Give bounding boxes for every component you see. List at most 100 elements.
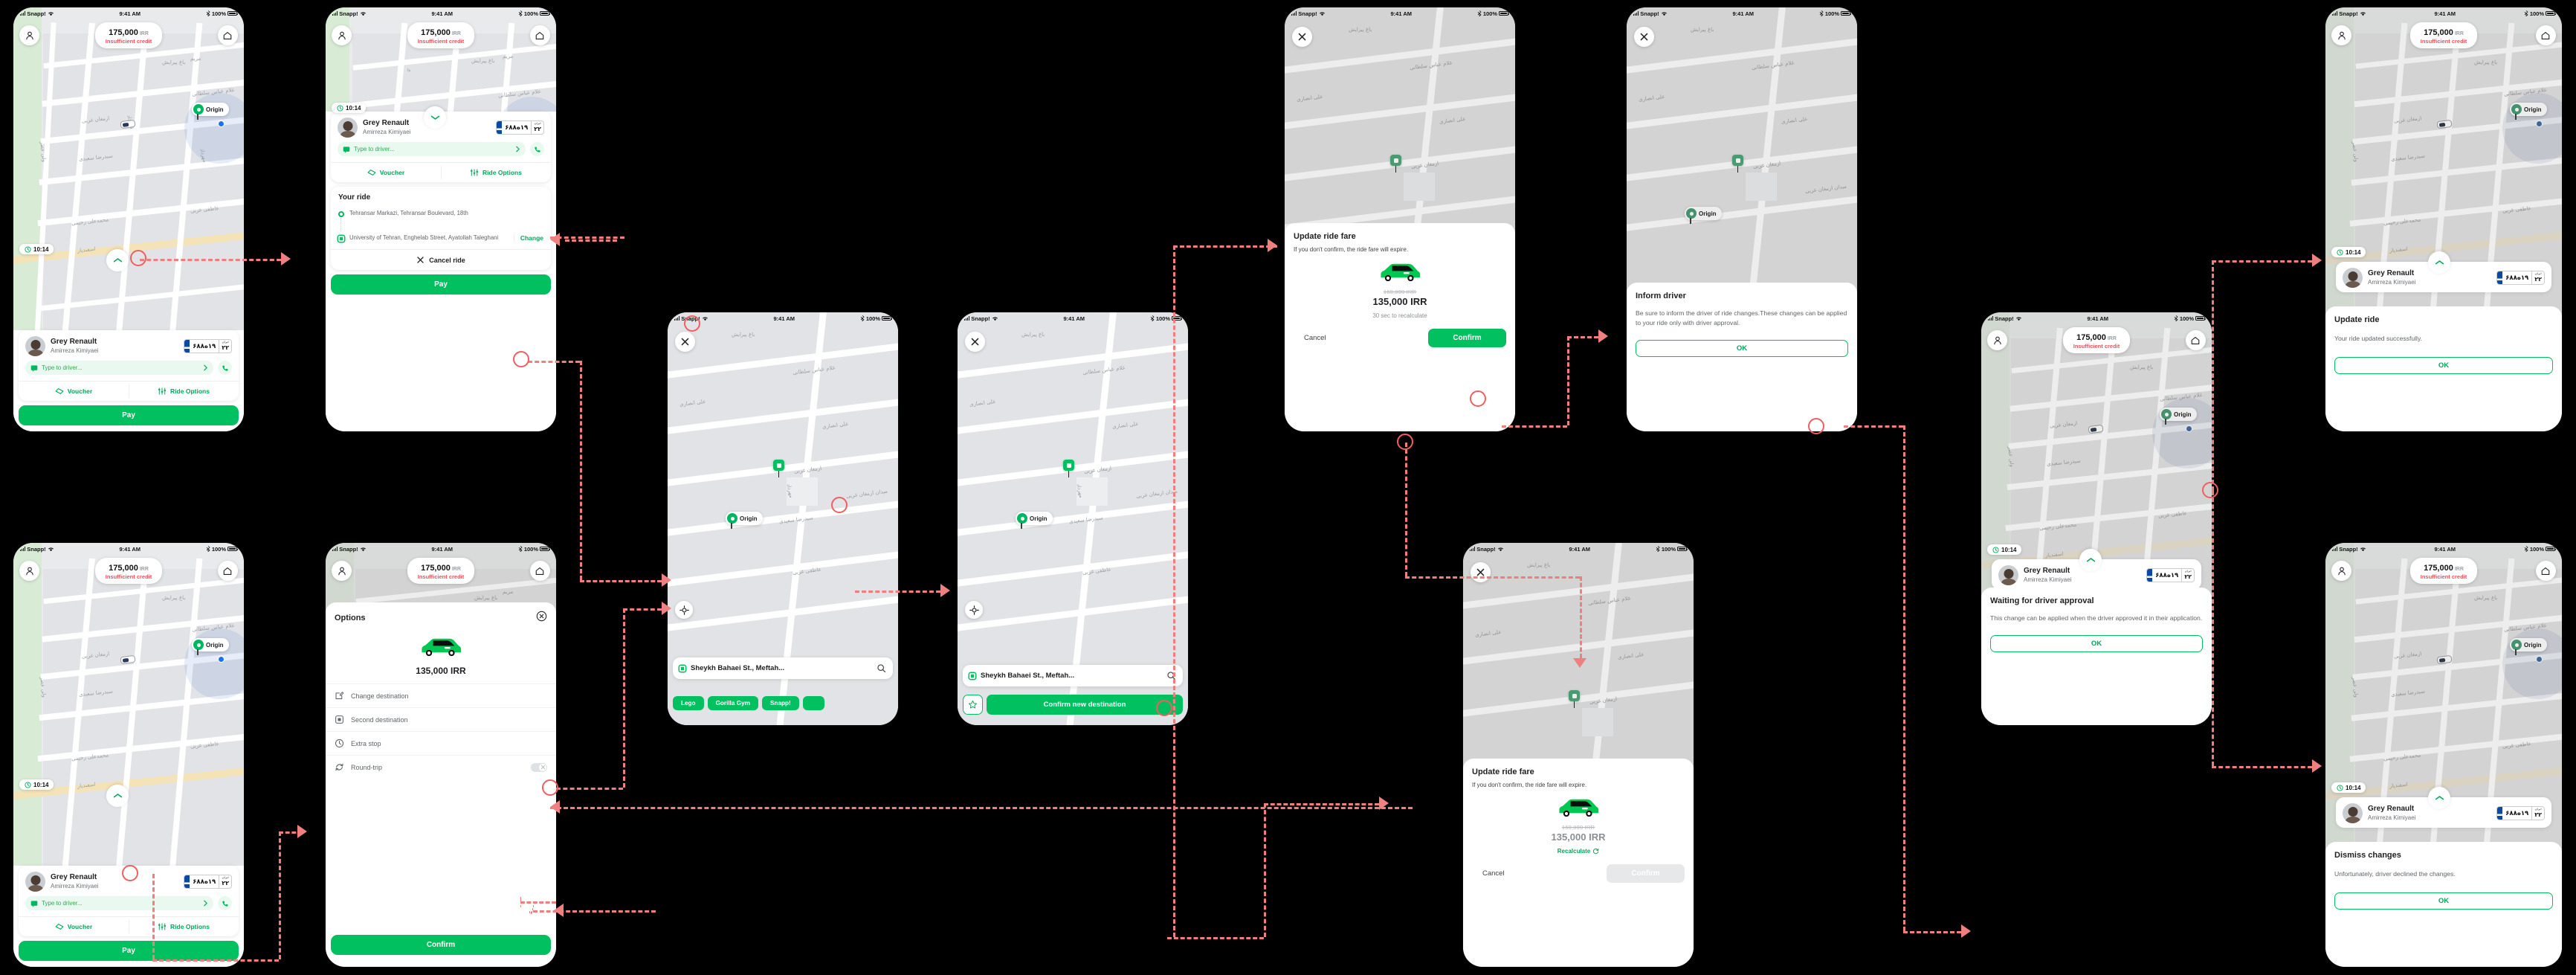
panel-confirm-destination[interactable]: باغ پیرایش غلام عباس سلطانی علی انصاری ع… bbox=[958, 312, 1188, 725]
credit-chip[interactable]: 175,000 IRR Insufficient credit bbox=[407, 558, 475, 585]
close-button[interactable] bbox=[675, 332, 695, 352]
panel-your-ride[interactable]: باغ پیرایش غلام عباس سلطانی مریم ی Snapp… bbox=[326, 7, 556, 431]
destination-search-input[interactable]: Sheykh Bahaei St., Meftah... bbox=[963, 665, 1183, 686]
hotspot-cancel-p5[interactable] bbox=[1397, 434, 1413, 450]
home-button[interactable] bbox=[529, 561, 550, 581]
home-button[interactable] bbox=[529, 25, 550, 45]
hotspot-confirm-p5[interactable] bbox=[1470, 390, 1486, 407]
cancel-button[interactable]: Cancel bbox=[1294, 334, 1337, 342]
sheet-handle[interactable] bbox=[106, 249, 129, 271]
favorite-button[interactable] bbox=[963, 695, 983, 715]
credit-chip[interactable]: 175,000 IRR Insufficient credit bbox=[2062, 327, 2131, 354]
my-location-button[interactable] bbox=[965, 601, 983, 619]
voucher-button[interactable]: Voucher bbox=[19, 382, 129, 401]
credit-chip[interactable]: 175,000 IRR Insufficient credit bbox=[2409, 22, 2478, 49]
connector-p10-change-h bbox=[556, 788, 623, 790]
panel-pick-destination[interactable]: باغ پیرایش غلام عباس سلطانی علی انصاری ع… bbox=[668, 312, 898, 725]
profile-button[interactable] bbox=[2331, 25, 2351, 45]
confirm-new-destination-button[interactable]: Confirm new destination bbox=[987, 695, 1183, 715]
voucher-button[interactable]: Voucher bbox=[331, 163, 441, 182]
chip-lego[interactable]: Lego bbox=[673, 696, 704, 710]
profile-button[interactable] bbox=[2331, 561, 2351, 581]
hotspot-change-destination[interactable] bbox=[513, 351, 529, 367]
map-canvas[interactable]: باغ پیرایش غلام عباس سلطانی علی انصاری ع… bbox=[958, 312, 1188, 725]
destination-marker[interactable] bbox=[773, 460, 784, 477]
home-button[interactable] bbox=[2535, 561, 2556, 581]
ok-button[interactable]: OK bbox=[1990, 634, 2203, 652]
sheet-handle[interactable] bbox=[106, 785, 129, 807]
ok-button[interactable]: OK bbox=[1636, 339, 1848, 357]
pay-button[interactable]: Pay bbox=[19, 941, 239, 961]
ok-button[interactable]: OK bbox=[2334, 892, 2553, 910]
ride-options-button[interactable]: Ride Options bbox=[129, 382, 239, 401]
home-button[interactable] bbox=[2535, 25, 2556, 45]
option-extra-stop[interactable]: Extra stop bbox=[326, 731, 556, 755]
close-button[interactable] bbox=[1634, 27, 1654, 47]
round-trip-toggle[interactable] bbox=[531, 762, 547, 772]
hotspot-change-destination-option[interactable] bbox=[542, 779, 558, 796]
hotspot-close-p3[interactable] bbox=[684, 315, 700, 332]
credit-chip[interactable]: 175,000 IRR Insufficient credit bbox=[94, 558, 163, 585]
ok-button[interactable]: OK bbox=[2334, 356, 2553, 374]
home-button[interactable] bbox=[217, 561, 238, 581]
hotspot-ok-p7[interactable] bbox=[2202, 482, 2218, 498]
confirm-button[interactable]: Confirm bbox=[1428, 329, 1506, 347]
panel-ride-in-progress[interactable]: باغ پیرایش غلام عباس سلطانی ارمغان غربی … bbox=[13, 7, 244, 431]
message-driver-input[interactable]: Type to driver... bbox=[25, 361, 213, 375]
panel-update-ride-success[interactable]: باغ پیرایش غلام عباس سلطانی ارمغان غربی … bbox=[2325, 7, 2562, 431]
home-button[interactable] bbox=[2185, 330, 2206, 350]
option-change-destination[interactable]: Change destination bbox=[326, 683, 556, 707]
credit-chip[interactable]: 175,000 IRR Insufficient credit bbox=[2409, 558, 2478, 585]
call-driver-button[interactable] bbox=[218, 361, 232, 375]
profile-button[interactable] bbox=[332, 25, 352, 45]
hotspot-ride-options[interactable] bbox=[122, 865, 138, 881]
hotspot-expand-sheet[interactable] bbox=[130, 250, 146, 266]
cancel-button[interactable]: Cancel bbox=[1472, 869, 1515, 878]
message-driver-input[interactable]: Type to driver... bbox=[25, 896, 213, 910]
profile-button[interactable] bbox=[19, 561, 39, 581]
call-driver-button[interactable] bbox=[218, 896, 232, 910]
panel-update-ride-fare[interactable]: باغ پیرایش غلام عباس سلطانی علی انصاری ع… bbox=[1285, 7, 1515, 431]
panel-waiting-approval[interactable]: باغ پیرایش غلام عباس سلطانی ارمغان غربی … bbox=[1981, 312, 2212, 725]
cancel-ride-button[interactable]: Cancel ride bbox=[331, 249, 551, 270]
ride-options-button[interactable]: Ride Options bbox=[441, 163, 551, 182]
panel-inform-driver[interactable]: باغ پیرایش غلام عباس سلطانی علی انصاری ع… bbox=[1627, 7, 1857, 431]
credit-chip[interactable]: 175,000 IRR Insufficient credit bbox=[94, 22, 163, 49]
close-options-button[interactable] bbox=[536, 611, 547, 625]
message-driver-input[interactable]: Type to driver... bbox=[338, 142, 526, 156]
panel-dismiss-changes[interactable]: باغ پیرایش غلام عباس سلطانی ارمغان غربی … bbox=[2325, 543, 2562, 967]
call-driver-button[interactable] bbox=[530, 142, 544, 156]
change-destination-link[interactable]: Change bbox=[513, 234, 543, 242]
hotspot-map-point[interactable] bbox=[831, 497, 848, 513]
sheet-handle[interactable] bbox=[2079, 549, 2102, 571]
hotspot-ok-p6[interactable] bbox=[1808, 418, 1824, 434]
recalculate-button[interactable]: Recalculate bbox=[1472, 848, 1685, 855]
home-button[interactable] bbox=[217, 25, 238, 45]
chip-overflow[interactable] bbox=[802, 696, 824, 710]
voucher-button[interactable]: Voucher bbox=[19, 917, 129, 936]
chip-snapp[interactable]: Snapp! bbox=[761, 696, 799, 710]
panel-update-fare-recalculate[interactable]: باغ پیرایش غلام عباس سلطانی علی انصاری ع… bbox=[1463, 543, 1694, 967]
close-button[interactable] bbox=[1292, 27, 1312, 47]
my-location-button[interactable] bbox=[675, 601, 693, 619]
destination-search-input[interactable]: Sheykh Bahaei St., Meftah... bbox=[673, 657, 893, 679]
profile-button[interactable] bbox=[19, 25, 39, 45]
confirm-options-button[interactable]: Confirm bbox=[331, 935, 551, 955]
panel-ride-options-tap[interactable]: باغ پیرایش غلام عباس سلطانی ارمغان غربی … bbox=[13, 543, 244, 967]
sheet-handle[interactable] bbox=[424, 106, 446, 129]
option-second-destination[interactable]: Second destination bbox=[326, 707, 556, 731]
chip-gorilla-gym[interactable]: Gorilla Gym bbox=[707, 696, 758, 710]
profile-button[interactable] bbox=[1987, 330, 2007, 350]
close-button[interactable] bbox=[1471, 562, 1491, 582]
profile-button[interactable] bbox=[332, 561, 352, 581]
credit-chip[interactable]: 175,000 IRR Insufficient credit bbox=[407, 22, 475, 49]
close-button[interactable] bbox=[965, 332, 985, 352]
sheet-handle[interactable] bbox=[2428, 787, 2450, 809]
pay-button[interactable]: Pay bbox=[19, 405, 239, 425]
sheet-handle[interactable] bbox=[2428, 251, 2450, 274]
ride-options-button[interactable]: Ride Options bbox=[129, 917, 239, 936]
pay-button[interactable]: Pay bbox=[331, 274, 551, 295]
destination-marker[interactable] bbox=[1063, 460, 1074, 477]
hotspot-confirm-new-destination[interactable] bbox=[1156, 700, 1172, 716]
option-round-trip[interactable]: Round-trip bbox=[326, 755, 556, 779]
